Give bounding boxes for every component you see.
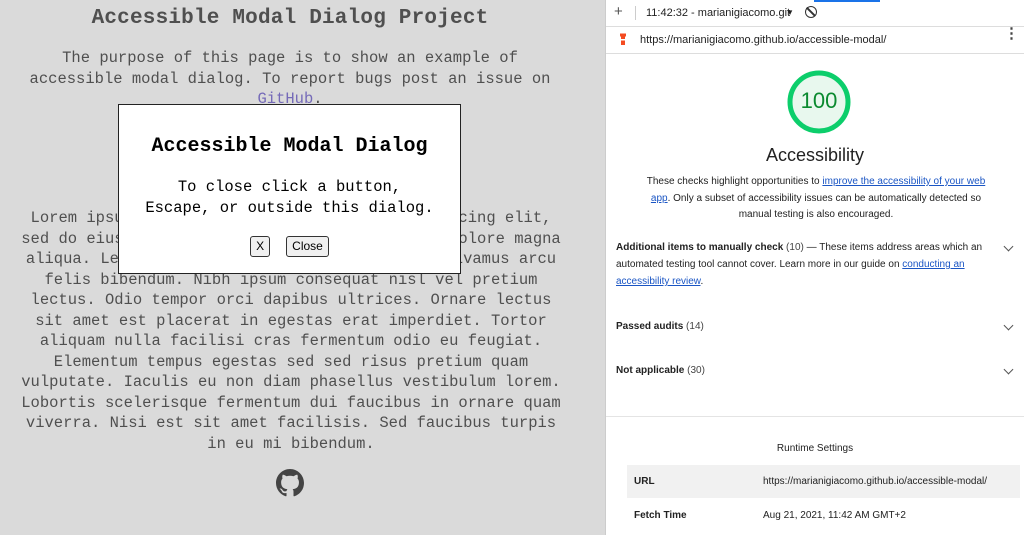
modal-x-button[interactable]: X: [250, 236, 271, 257]
toolbar-divider: [635, 6, 636, 20]
modal-title: Accessible Modal Dialog: [151, 135, 428, 158]
lighthouse-panel: + 11:42:32 - marianigiacomo.git ▼ https:…: [605, 0, 1024, 535]
modal-dialog: Accessible Modal Dialog To close click a…: [118, 104, 461, 274]
chevron-down-icon[interactable]: [1003, 364, 1014, 375]
category-description: These checks highlight opportunities to …: [646, 176, 986, 220]
section-divider: [606, 416, 1024, 417]
url-bar: https://marianigiacomo.github.io/accessi…: [606, 26, 1024, 54]
devtools-toolbar: + 11:42:32 - marianigiacomo.git ▼: [606, 0, 1024, 27]
score-value: 100: [800, 88, 838, 113]
more-vert-icon[interactable]: ⋮: [1004, 26, 1019, 41]
runtime-settings-title: Runtime Settings: [776, 443, 854, 454]
runtime-row-url: URL https://marianigiacomo.github.io/acc…: [627, 465, 1020, 498]
modal-close-button[interactable]: Close: [286, 236, 329, 257]
plus-icon[interactable]: +: [614, 4, 623, 19]
lighthouse-icon: [620, 33, 626, 45]
modal-text: To close click a button, Escape, or outsi…: [145, 178, 434, 217]
demo-page: Accessible Modal Dialog Project The purp…: [0, 0, 605, 535]
active-tab-indicator: [814, 0, 880, 2]
chevron-down-icon[interactable]: [1003, 241, 1014, 252]
passed-audits-group[interactable]: Passed audits (14): [616, 318, 1016, 335]
chevron-down-icon[interactable]: [1003, 320, 1014, 331]
category-title: Accessibility: [765, 145, 865, 165]
chevron-down-icon[interactable]: ▼: [786, 8, 794, 17]
not-applicable-group[interactable]: Not applicable (30): [616, 362, 1016, 379]
audited-url: https://marianigiacomo.github.io/accessi…: [640, 34, 887, 46]
clear-icon[interactable]: [805, 6, 817, 18]
runtime-row-fetch-time: Fetch Time Aug 21, 2021, 11:42 AM GMT+2: [627, 499, 1020, 532]
report-select[interactable]: 11:42:32 - marianigiacomo.git: [646, 7, 790, 19]
manual-checks-group[interactable]: Additional items to manually check (10) …: [616, 239, 1016, 290]
